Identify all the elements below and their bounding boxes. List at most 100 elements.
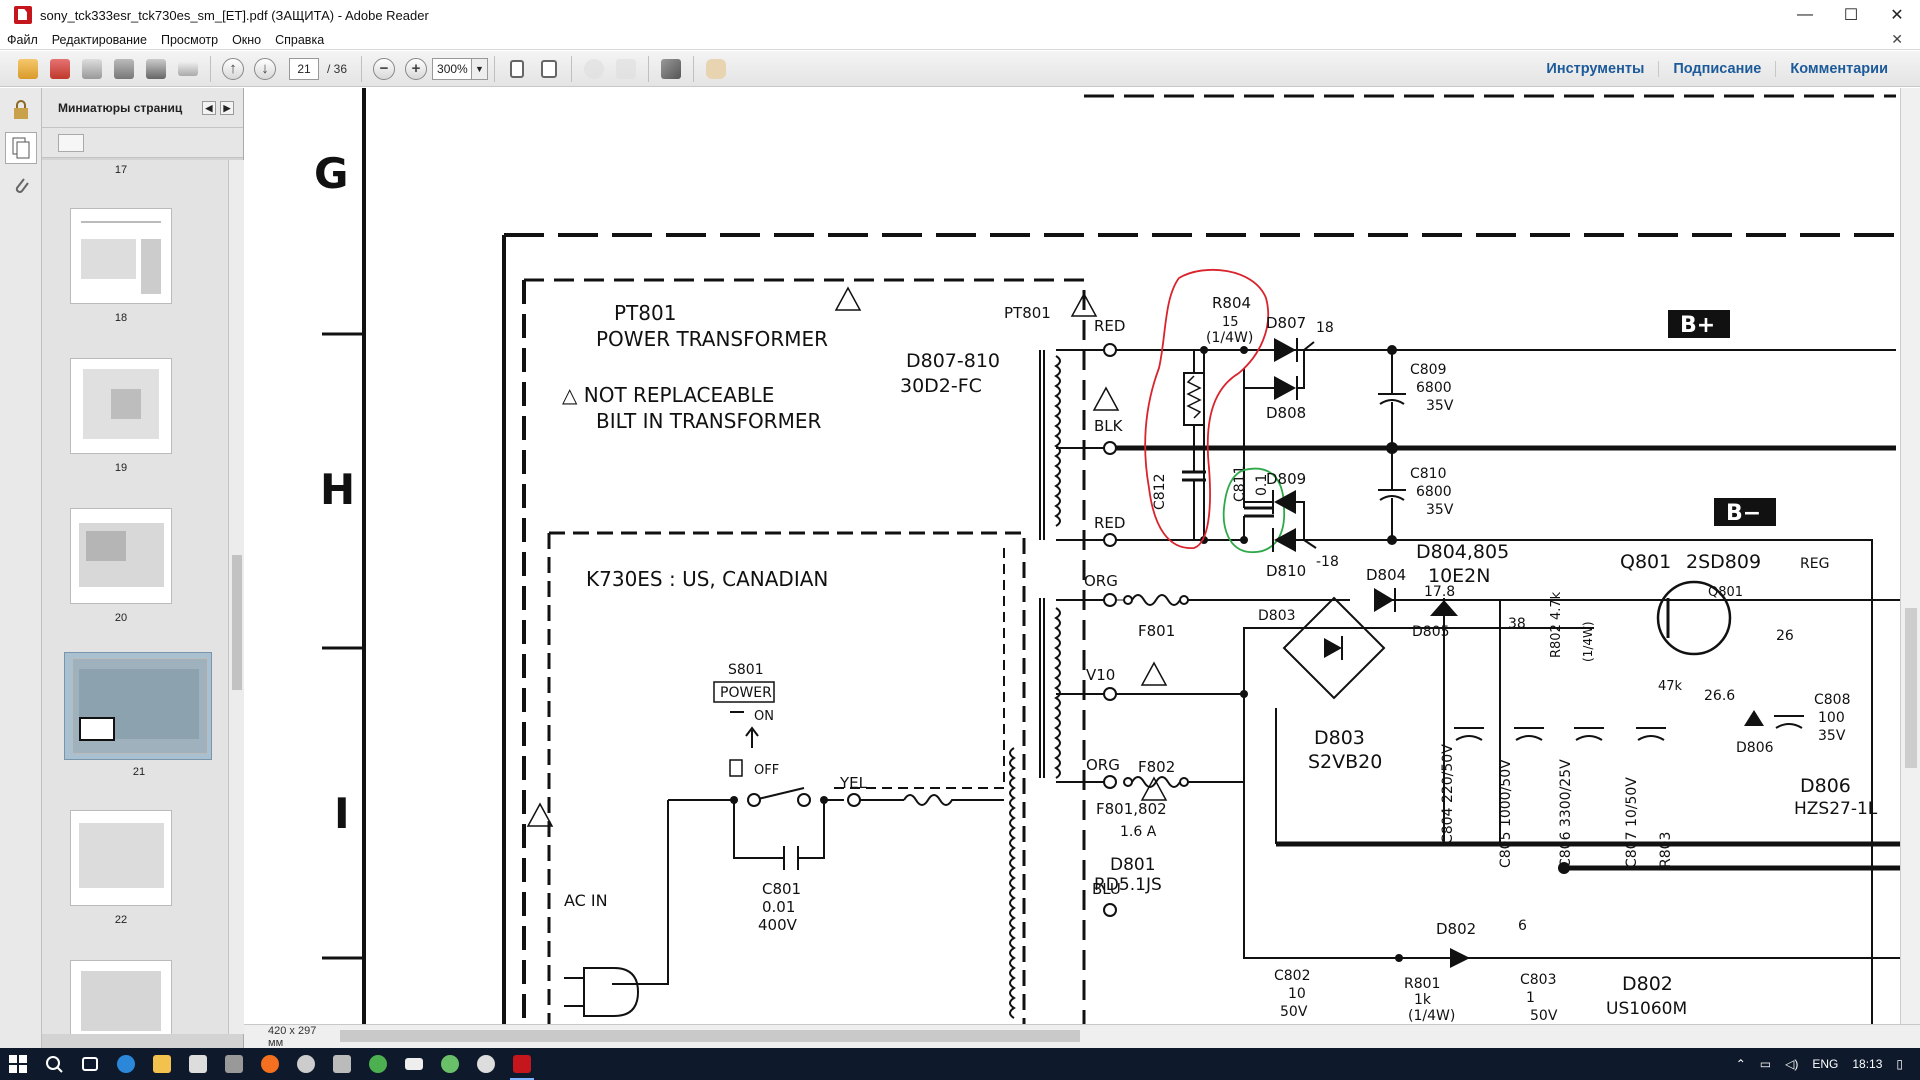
title-bar: sony_tck333esr_tck730es_sm_[ET].pdf (ЗАЩ… <box>0 0 1920 30</box>
document-scrollbar[interactable] <box>1900 88 1920 1024</box>
thumbnail-options-button[interactable] <box>58 133 84 152</box>
taskbar-edge[interactable] <box>108 1048 144 1080</box>
open-file-icon <box>18 58 38 79</box>
close-document-button[interactable]: ✕ <box>1884 31 1910 48</box>
save-icon <box>114 58 134 79</box>
network-icon[interactable]: ▭ <box>1760 1057 1771 1071</box>
taskbar-app[interactable] <box>288 1048 324 1080</box>
menu-view[interactable]: Просмотр <box>154 33 225 47</box>
create-pdf-button[interactable] <box>46 55 74 83</box>
scrollbar-thumb[interactable] <box>232 555 242 690</box>
page-number-input[interactable]: 21 <box>289 57 319 80</box>
thumbnail-page[interactable] <box>70 960 172 1034</box>
label-power-transformer: POWER TRANSFORMER <box>596 327 828 351</box>
label-reg: REG <box>1800 556 1829 572</box>
close-button[interactable]: ✕ <box>1874 0 1920 30</box>
taskbar-firefox[interactable] <box>252 1048 288 1080</box>
thumbnail-options-bar <box>42 128 243 158</box>
thumbnail-page[interactable] <box>70 358 172 454</box>
next-page-button[interactable]: ↓ <box>254 57 276 80</box>
thumbnails-scrollbar[interactable] <box>228 160 244 1034</box>
edit-pdf-button[interactable] <box>78 55 106 83</box>
open-file-button[interactable] <box>14 55 42 83</box>
label-d806-b: D806 <box>1800 775 1851 797</box>
collapse-panel-button[interactable]: ◀ <box>202 101 216 115</box>
taskbar-settings[interactable] <box>468 1048 504 1080</box>
taskbar-explorer[interactable] <box>144 1048 180 1080</box>
scrollbar-thumb[interactable] <box>1905 608 1917 768</box>
menu-help[interactable]: Справка <box>268 33 331 47</box>
hand-tool-button[interactable] <box>702 55 730 83</box>
label-pt801: PT801 <box>614 301 676 325</box>
chevron-down-icon: ▼ <box>475 63 484 74</box>
notifications-icon[interactable]: ▯ <box>1896 1057 1903 1071</box>
label-q801-b: Q801 <box>1708 585 1743 600</box>
taskbar-calculator[interactable] <box>216 1048 252 1080</box>
taskbar-app[interactable] <box>432 1048 468 1080</box>
zoom-dropdown-button[interactable]: ▼ <box>472 57 489 80</box>
taskbar-adobe-reader[interactable] <box>504 1048 540 1080</box>
comment-button[interactable] <box>580 55 608 83</box>
full-screen-button[interactable] <box>657 55 685 83</box>
taskbar-app[interactable] <box>324 1048 360 1080</box>
menu-edit[interactable]: Редактирование <box>45 33 154 47</box>
zoom-level-input[interactable]: 300% <box>432 57 473 80</box>
taskbar-store[interactable] <box>180 1048 216 1080</box>
menu-window[interactable]: Окно <box>225 33 268 47</box>
sign-link[interactable]: Подписание <box>1658 61 1775 77</box>
edit-icon <box>82 58 102 79</box>
page-thumbnails-button[interactable] <box>4 132 37 164</box>
email-button[interactable] <box>174 55 202 83</box>
previous-page-button[interactable]: ↑ <box>222 57 244 80</box>
start-button[interactable] <box>0 1048 36 1080</box>
fit-page-button[interactable] <box>503 55 531 83</box>
fit-page-icon <box>510 59 525 78</box>
task-view-button[interactable] <box>72 1048 108 1080</box>
menu-file[interactable]: Файл <box>0 33 45 47</box>
horizontal-scrollbar[interactable] <box>340 1030 1080 1042</box>
taskbar-mail[interactable] <box>396 1048 432 1080</box>
language-indicator[interactable]: ENG <box>1812 1057 1838 1071</box>
label-voltage-minus-18: -18 <box>1316 554 1339 570</box>
edge-icon <box>117 1055 135 1073</box>
thumbnail-list[interactable]: 17 18 19 20 21 22 <box>42 160 228 1034</box>
clock[interactable]: 18:13 <box>1852 1057 1882 1071</box>
thumbnail-page-selected[interactable] <box>72 658 208 754</box>
print-button[interactable] <box>142 55 170 83</box>
label-c812: C812 <box>1152 474 1168 511</box>
expand-panel-button[interactable]: ▶ <box>220 101 234 115</box>
label-off: OFF <box>754 763 779 778</box>
security-button[interactable] <box>5 94 37 126</box>
label-b-minus: B− <box>1726 501 1761 526</box>
comment-link[interactable]: Комментарии <box>1775 61 1902 77</box>
label-c810: C810 <box>1410 466 1447 482</box>
label-d802-b: D802 <box>1622 973 1673 995</box>
taskbar-app[interactable] <box>360 1048 396 1080</box>
attachments-button[interactable] <box>5 170 37 202</box>
highlighter-icon <box>616 58 637 79</box>
highlight-button[interactable] <box>612 55 640 83</box>
thumbnail-label: 20 <box>114 612 128 624</box>
thumbnail-page[interactable] <box>70 208 172 304</box>
fit-width-button[interactable] <box>535 55 563 83</box>
save-button[interactable] <box>110 55 138 83</box>
label-org-1: ORG <box>1084 572 1118 590</box>
label-on: ON <box>754 709 774 724</box>
label-r801-watt: (1/4W) <box>1408 1008 1455 1024</box>
search-button[interactable] <box>36 1048 72 1080</box>
minimize-button[interactable]: — <box>1782 0 1828 30</box>
tools-link[interactable]: Инструменты <box>1532 61 1658 77</box>
thumbnail-page[interactable] <box>70 508 172 604</box>
zoom-in-button[interactable]: + <box>405 57 428 80</box>
label-d809: D809 <box>1266 470 1306 488</box>
zoom-out-button[interactable]: − <box>373 57 396 80</box>
volume-icon[interactable]: ◁) <box>1785 1057 1798 1071</box>
thumbnail-page[interactable] <box>70 810 172 906</box>
document-view[interactable]: G H I PT801 POWER TRANSFORMER △ NOT REPL… <box>244 88 1900 1024</box>
row-label-i: I <box>334 789 350 838</box>
maximize-button[interactable]: ☐ <box>1828 0 1874 30</box>
folder-icon <box>153 1055 171 1073</box>
pages-icon <box>12 137 29 159</box>
fit-width-icon <box>541 59 558 78</box>
tray-chevron-up-icon[interactable]: ⌃ <box>1736 1057 1746 1071</box>
